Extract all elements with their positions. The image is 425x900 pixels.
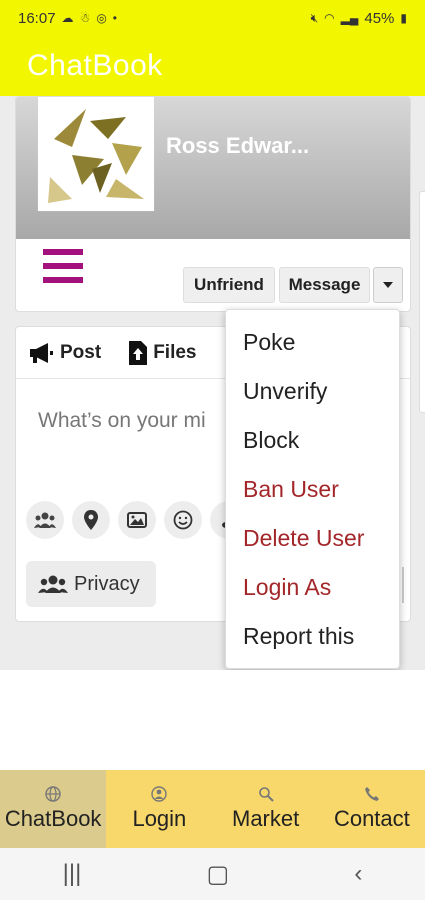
menu-item-block[interactable]: Block xyxy=(226,416,399,465)
snapchat-icon: ☃ xyxy=(79,11,91,25)
post-text-input[interactable]: What’s on your mi xyxy=(38,409,206,433)
system-nav-bar: ||| ▢ ‹ xyxy=(0,848,425,900)
nav-label-contact: Contact xyxy=(333,806,410,831)
image-icon xyxy=(127,512,147,528)
users-icon xyxy=(34,512,56,528)
phone-icon xyxy=(364,787,379,801)
app-bar: ChatBook xyxy=(0,36,425,96)
nav-item-chatbook[interactable]: ChatBook xyxy=(0,770,107,848)
nav-label-login: Login xyxy=(132,806,187,831)
signal-icon: ▂▄ xyxy=(340,11,359,25)
tag-friends-button[interactable] xyxy=(26,501,64,539)
user-circle-icon xyxy=(151,786,168,802)
battery-icon: ▮ xyxy=(400,11,407,25)
nav-item-login[interactable]: Login xyxy=(106,770,212,848)
menu-item-unverify[interactable]: Unverify xyxy=(226,367,399,416)
home-icon[interactable]: ▢ xyxy=(207,860,230,889)
nav-label-chatbook: ChatBook xyxy=(4,806,102,831)
privacy-button[interactable]: Privacy xyxy=(26,561,156,607)
tab-post-label: Post xyxy=(60,341,102,363)
back-icon[interactable]: ‹ xyxy=(354,860,362,888)
status-time: 16:07 xyxy=(18,9,56,27)
pinwheel-avatar-image xyxy=(42,99,150,207)
photo-button[interactable] xyxy=(118,501,156,539)
menu-item-report[interactable]: Report this xyxy=(226,612,399,661)
caret-down-icon xyxy=(383,282,393,288)
profile-name: Ross Edwar... xyxy=(166,133,310,158)
dot-icon: • xyxy=(112,11,117,25)
recent-apps-icon[interactable]: ||| xyxy=(63,860,82,888)
empty-area xyxy=(0,670,425,770)
message-button[interactable]: Message xyxy=(279,267,370,303)
profile-card: Ross Edwar... Unfriend Message xyxy=(15,96,411,312)
file-upload-icon xyxy=(129,340,148,365)
menu-item-ban-user[interactable]: Ban User xyxy=(226,465,399,514)
megaphone-icon xyxy=(30,342,53,363)
bottom-nav: ChatBook Login Market Contact xyxy=(0,770,425,848)
post-attachments xyxy=(26,501,248,539)
nav-item-contact[interactable]: Contact xyxy=(319,770,425,848)
menu-item-delete-user[interactable]: Delete User xyxy=(226,514,399,563)
users-icon xyxy=(38,575,68,593)
globe-icon xyxy=(45,786,61,802)
side-card-edge xyxy=(419,191,425,413)
mute-icon: 🔇︎ xyxy=(310,10,319,25)
unfriend-button[interactable]: Unfriend xyxy=(183,267,275,303)
nav-label-market: Market xyxy=(232,806,300,831)
more-options-dropdown: Poke Unverify Block Ban User Delete User… xyxy=(225,309,400,669)
wifi-icon: ◠ xyxy=(324,11,335,25)
search-icon xyxy=(258,787,274,802)
smile-icon xyxy=(173,510,193,530)
tab-post[interactable]: Post xyxy=(28,342,101,364)
tab-files[interactable]: Files xyxy=(129,340,197,365)
cloud-icon: ☁ xyxy=(61,11,74,25)
status-bar: 16:07 ☁ ☃ ◎ • 🔇︎ ◠ ▂▄ 45% ▮ xyxy=(0,0,425,36)
app-notification-icon: ◎ xyxy=(96,11,107,25)
menu-item-poke[interactable]: Poke xyxy=(226,318,399,367)
hamburger-menu-icon[interactable] xyxy=(43,249,83,289)
battery-level: 45% xyxy=(364,9,395,27)
avatar[interactable] xyxy=(38,97,154,211)
tab-files-label: Files xyxy=(153,341,197,363)
menu-item-login-as[interactable]: Login As xyxy=(226,563,399,612)
more-options-button[interactable] xyxy=(373,267,403,303)
map-marker-icon xyxy=(84,510,98,530)
privacy-label: Privacy xyxy=(74,572,140,595)
location-button[interactable] xyxy=(72,501,110,539)
nav-item-market[interactable]: Market xyxy=(213,770,319,848)
app-title[interactable]: ChatBook xyxy=(27,49,163,83)
emoji-button[interactable] xyxy=(164,501,202,539)
